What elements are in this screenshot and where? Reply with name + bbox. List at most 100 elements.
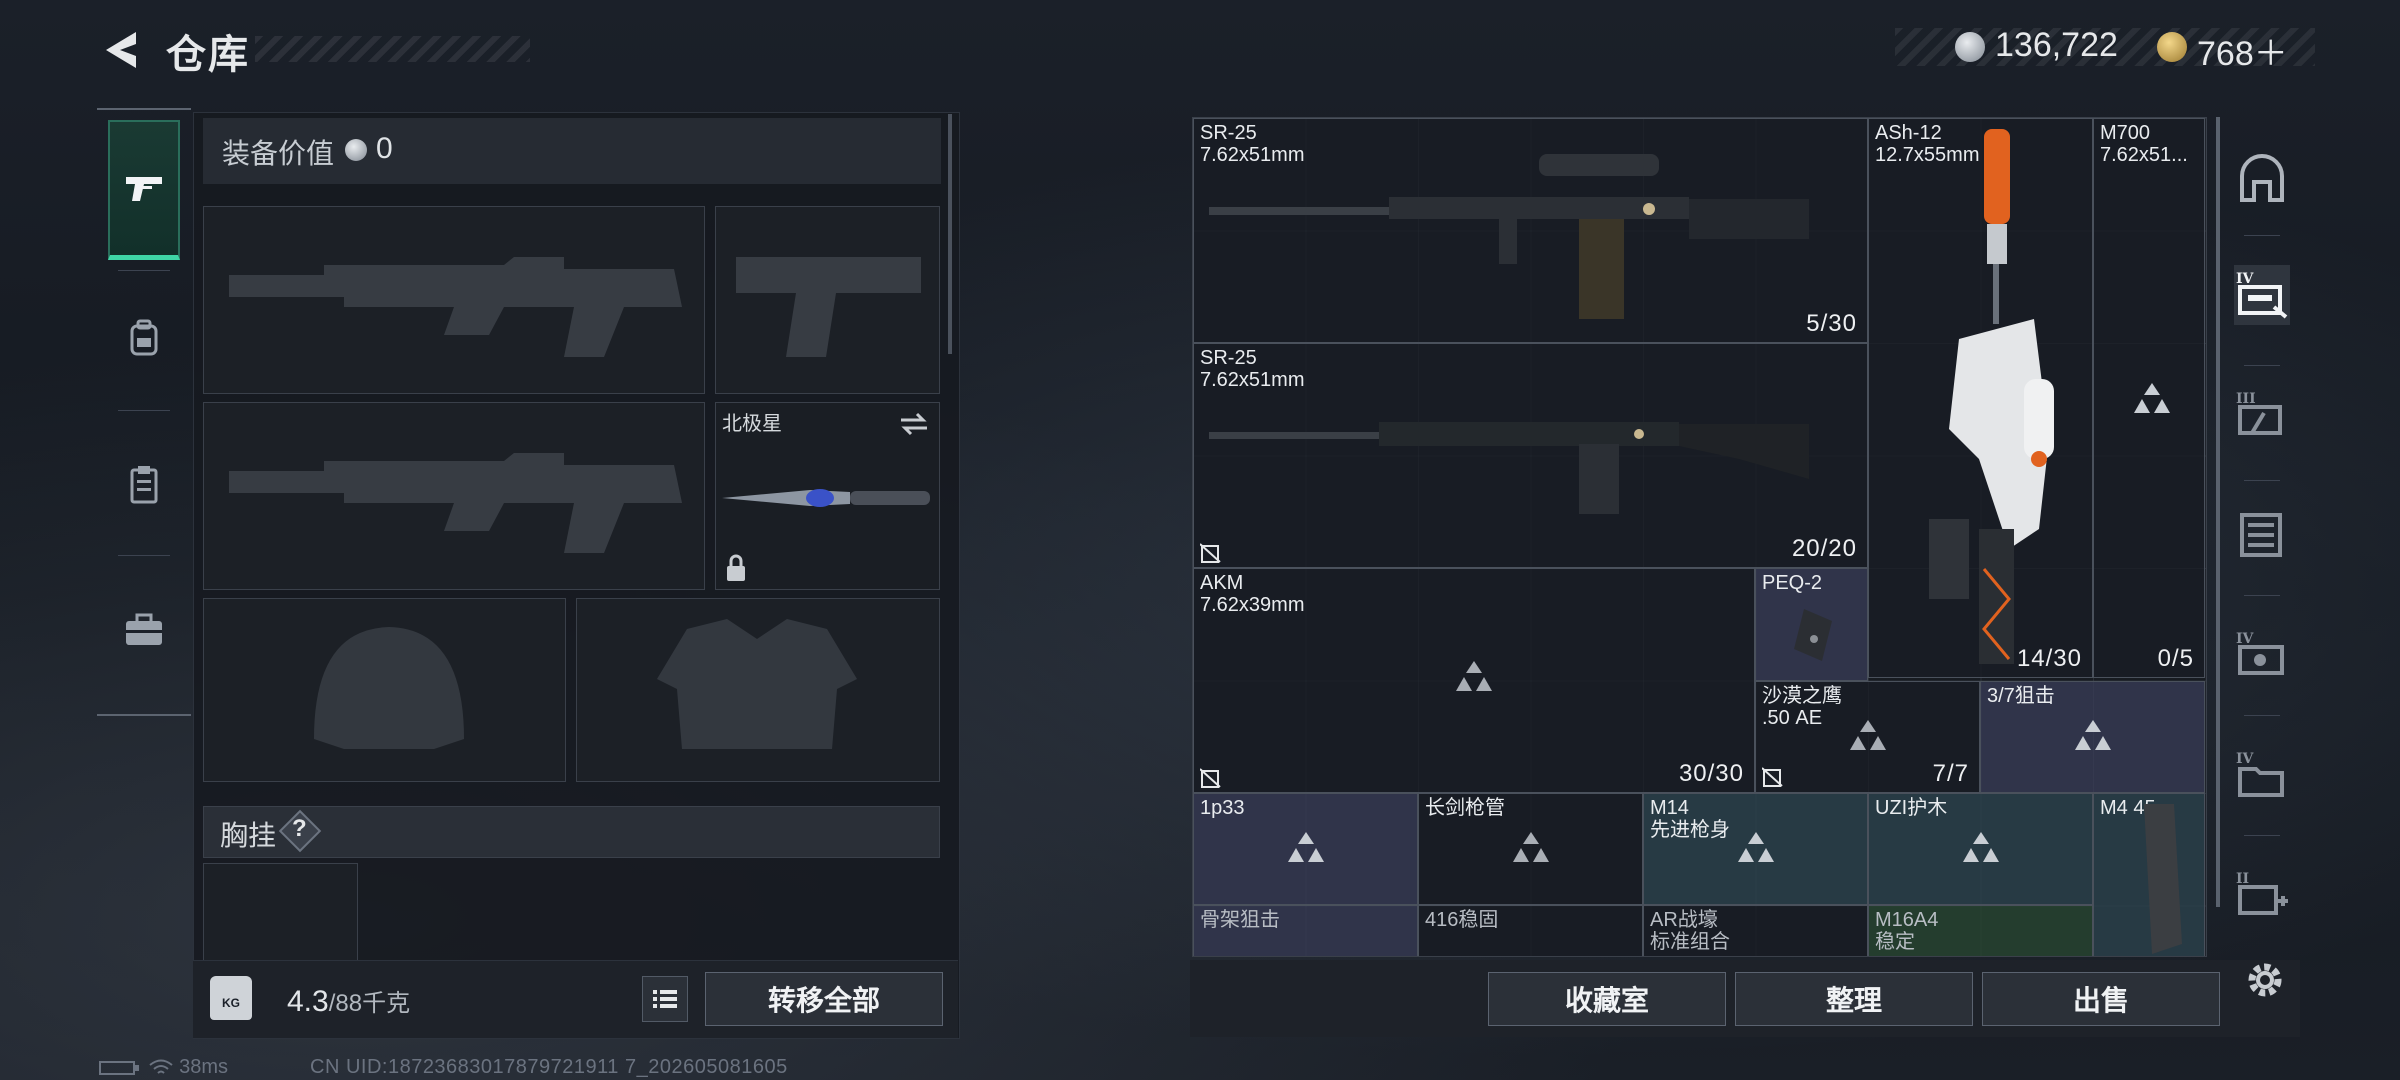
rarity-triangle-icon xyxy=(1288,832,1324,862)
item-name: AR战壕 标准组合 xyxy=(1650,909,1730,953)
tab-divider xyxy=(2244,480,2280,481)
tab-divider xyxy=(2244,595,2280,596)
svg-text:II: II xyxy=(2236,871,2249,887)
item-name: UZI护木 xyxy=(1875,797,1948,819)
stash-item-akm[interactable]: AKM 7.62x39mm 30/30 xyxy=(1193,568,1755,793)
armor-silhouette-icon xyxy=(657,619,857,749)
chest-rig-slot[interactable] xyxy=(203,863,358,963)
stash-item-sr25[interactable]: SR-25 7.62x51mm 5/30 xyxy=(1193,118,1868,343)
pistol-silhouette-icon xyxy=(736,257,921,357)
tab-safehouse[interactable] xyxy=(2234,150,2290,210)
item-count: 0/5 xyxy=(2157,645,2194,672)
svg-text:IV: IV xyxy=(2236,631,2255,647)
help-icon-text: ? xyxy=(292,815,307,842)
silver-currency-value: 136,722 xyxy=(1995,26,2118,64)
stash-item-1p33[interactable]: 1p33 xyxy=(1193,793,1418,905)
item-name: M16A4 稳定 xyxy=(1875,909,1939,953)
stash-item-uzi-handguard[interactable]: UZI护木 xyxy=(1868,793,2093,905)
tab-storage-iv[interactable]: IV xyxy=(2234,265,2290,325)
tab-weapons[interactable] xyxy=(108,120,180,260)
rarity-triangle-icon xyxy=(1456,661,1492,691)
tab-divider xyxy=(2244,235,2280,236)
rifle-silhouette-icon xyxy=(229,453,682,553)
rifle-silhouette-icon xyxy=(229,257,682,357)
back-button[interactable] xyxy=(98,26,146,74)
tier-4-folder-icon: IV xyxy=(2236,751,2284,797)
peq2-laser-icon xyxy=(1794,609,1832,661)
rarity-triangle-icon xyxy=(2075,720,2111,750)
tab-backpack[interactable] xyxy=(108,268,180,408)
item-count: 30/30 xyxy=(1678,760,1744,787)
clipboard-icon xyxy=(130,466,158,504)
stash-scrollbar[interactable] xyxy=(2216,117,2220,907)
no-insure-icon xyxy=(1200,543,1221,563)
stash-item-sr25[interactable]: SR-25 7.62x51mm 20/20 xyxy=(1193,343,1868,568)
list-view-button[interactable] xyxy=(642,976,688,1022)
tab-cases[interactable] xyxy=(108,560,180,700)
tab-divider xyxy=(2244,835,2280,836)
stash-item-scope-3-7[interactable]: 3/7狙击 xyxy=(1980,681,2205,793)
tab-divider xyxy=(118,555,170,556)
tab-workbench-iv[interactable]: IV xyxy=(2234,625,2290,685)
tab-armor[interactable] xyxy=(108,415,180,555)
sort-button[interactable]: 整理 xyxy=(1735,972,1973,1026)
stash-grid[interactable]: SR-25 7.62x51mm 5/30 ASh-12 12.7x55mm 14/3… xyxy=(1192,117,2207,957)
secondary-weapon-slot[interactable] xyxy=(203,402,705,590)
helmet-silhouette-icon xyxy=(314,627,464,749)
no-insure-icon xyxy=(1762,767,1783,787)
rarity-triangle-icon xyxy=(1513,832,1549,862)
weight-icon: KG xyxy=(210,976,252,1020)
loadout-scrollbar[interactable] xyxy=(948,114,952,354)
tab-storage[interactable] xyxy=(2234,505,2290,565)
helmet-slot[interactable] xyxy=(203,598,566,782)
gold-coin-icon xyxy=(2157,32,2187,62)
rarity-triangle-icon xyxy=(1850,720,1886,750)
svg-text:IV: IV xyxy=(2236,271,2255,287)
silver-coin-icon xyxy=(1955,32,1985,62)
item-name: 1p33 xyxy=(1200,797,1245,819)
item-name: M700 7.62x51... xyxy=(2100,122,2188,166)
briefcase-icon xyxy=(126,613,162,645)
item-name: 3/7狙击 xyxy=(1987,685,2055,707)
sr25-rifle-icon xyxy=(1209,154,1809,319)
stash-item-skeleton-stock[interactable]: 骨架狙击 xyxy=(1193,905,1418,956)
sell-button[interactable]: 出售 xyxy=(1982,972,2220,1026)
stash-item-416-stable[interactable]: 416稳固 xyxy=(1418,905,1643,956)
melee-slot-label: 北极星 xyxy=(722,413,782,435)
backpack-icon xyxy=(130,319,158,356)
user-uid: CN UID:18723683017879721911 7_2026050816… xyxy=(310,1056,788,1078)
melee-slot[interactable]: 北极星 xyxy=(715,402,940,590)
carry-weight-capacity: /88千克 xyxy=(328,990,411,1017)
tab-medical-ii[interactable]: II xyxy=(2234,865,2290,925)
stash-item-m4-mag[interactable]: M4 45 xyxy=(2093,793,2205,956)
svg-text:IV: IV xyxy=(2236,751,2255,767)
stash-item-ash12[interactable]: ASh-12 12.7x55mm 14/30 xyxy=(1868,118,2093,678)
stash-item-desert-eagle[interactable]: 沙漠之鹰 .50 AE 7/7 xyxy=(1755,681,1980,793)
item-name: M14 先进枪身 xyxy=(1650,797,1730,841)
sr25-rifle-icon xyxy=(1209,422,1809,514)
svg-text:III: III xyxy=(2236,391,2256,407)
stash-item-ar-trench[interactable]: AR战壕 标准组合 xyxy=(1643,905,1868,956)
tab-folder-iv[interactable]: IV xyxy=(2234,745,2290,805)
primary-weapon-slot[interactable] xyxy=(203,206,705,394)
knife-icon xyxy=(722,489,930,507)
tier-3-storage-icon: III xyxy=(2236,391,2282,435)
transfer-all-button[interactable]: 转移全部 xyxy=(705,972,943,1026)
swap-icon[interactable] xyxy=(897,411,931,437)
equipment-value: 0 xyxy=(376,132,393,165)
armor-slot[interactable] xyxy=(576,598,940,782)
item-name: 416稳固 xyxy=(1425,909,1499,931)
pistol-slot[interactable] xyxy=(715,206,940,394)
stash-item-m14-body[interactable]: M14 先进枪身 xyxy=(1643,793,1868,905)
collection-room-button[interactable]: 收藏室 xyxy=(1488,972,1726,1026)
stash-item-m700[interactable]: M700 7.62x51... 0/5 xyxy=(2093,118,2205,678)
lock-icon xyxy=(727,554,745,581)
stash-item-peq2[interactable]: PEQ-2 xyxy=(1755,568,1868,681)
stash-item-m16a4-stable[interactable]: M16A4 稳定 xyxy=(1868,905,2093,956)
settings-button[interactable] xyxy=(2240,955,2290,1005)
stash-item-long-barrel[interactable]: 长剑枪管 xyxy=(1418,793,1643,905)
tab-storage-iii[interactable]: III xyxy=(2234,385,2290,445)
equipment-value-label: 装备价值 xyxy=(222,138,335,169)
tier-2-medical-icon: II xyxy=(2236,871,2288,915)
gold-currency-value[interactable]: 768＋ xyxy=(2197,26,2288,75)
